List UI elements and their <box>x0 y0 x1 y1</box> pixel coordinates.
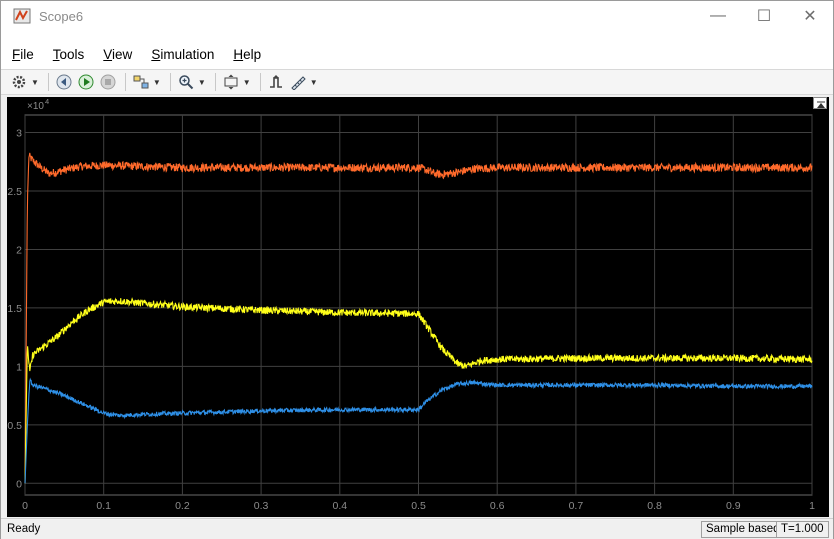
step-back-icon[interactable] <box>54 72 74 92</box>
settings-dropdown-icon[interactable]: ▼ <box>31 78 39 87</box>
scope-app-icon <box>13 7 31 25</box>
sample-mode-indicator: Sample based <box>701 521 785 538</box>
settings-icon[interactable] <box>9 72 29 92</box>
x-tick-label: 1 <box>809 500 815 512</box>
toolbar-separator <box>47 73 49 91</box>
menu-simulation[interactable]: Simulation <box>148 47 217 62</box>
x-tick-label: 0.6 <box>490 500 505 512</box>
toolbar-separator <box>214 73 216 91</box>
run-icon[interactable] <box>76 72 96 92</box>
title-bar[interactable]: Scope6 — ☐ ✕ <box>1 1 833 31</box>
measurements-dropdown-icon[interactable]: ▼ <box>310 78 318 87</box>
scope-display[interactable]: 0 0.1 0.2 0.3 0.4 0.5 0.6 0.7 0.8 0.9 1 0 0.5 1 1.5 2 2.… <box>7 97 829 517</box>
status-ready-text: Ready <box>7 523 41 535</box>
simulation-time-indicator: T=1.000 <box>776 521 829 538</box>
y-tick-label: 2 <box>16 244 22 256</box>
toolbar: ▼ ▼ ▼ ▼ ▼ <box>1 69 833 95</box>
x-tick-label: 0.4 <box>332 500 347 512</box>
undock-button[interactable] <box>813 97 827 109</box>
scope-window: Scope6 — ☐ ✕ File Tools View Simulation … <box>0 0 834 539</box>
x-tick-label: 0.9 <box>726 500 741 512</box>
window-controls: — ☐ ✕ <box>695 1 833 31</box>
x-tick-label: 0.8 <box>647 500 662 512</box>
zoom-icon[interactable] <box>176 72 196 92</box>
y-tick-label: 1.5 <box>7 303 22 315</box>
maximize-button[interactable]: ☐ <box>741 1 787 31</box>
highlight-dropdown-icon[interactable]: ▼ <box>153 78 161 87</box>
menu-help[interactable]: Help <box>230 47 264 62</box>
zoom-dropdown-icon[interactable]: ▼ <box>198 78 206 87</box>
status-bar: Ready Sample based T=1.000 <box>1 518 833 539</box>
triggers-icon[interactable] <box>266 72 286 92</box>
highlight-icon[interactable] <box>131 72 151 92</box>
x-tick-label: 0 <box>22 500 28 512</box>
y-exponent-label: ×10 <box>27 101 44 112</box>
toolbar-separator <box>124 73 126 91</box>
y-tick-label: 3 <box>16 128 22 140</box>
x-tick-label: 0.2 <box>175 500 190 512</box>
close-button[interactable]: ✕ <box>787 1 833 31</box>
measurements-icon[interactable] <box>288 72 308 92</box>
y-tick-label: 0.5 <box>7 420 22 432</box>
y-exponent-power: 4 <box>45 97 49 106</box>
toolbar-separator <box>169 73 171 91</box>
minimize-button[interactable]: — <box>695 1 741 31</box>
autoscale-icon[interactable] <box>221 72 241 92</box>
menu-tools[interactable]: Tools <box>50 47 88 62</box>
x-tick-label: 0.5 <box>411 500 426 512</box>
toolbar-separator <box>259 73 261 91</box>
menu-file[interactable]: File <box>9 47 37 62</box>
x-tick-label: 0.1 <box>96 500 111 512</box>
x-tick-label: 0.3 <box>254 500 269 512</box>
line-chart: 0 0.1 0.2 0.3 0.4 0.5 0.6 0.7 0.8 0.9 1 0 0.5 1 1.5 2 2.… <box>7 97 815 512</box>
menu-bar: File Tools View Simulation Help <box>1 43 833 65</box>
stop-icon[interactable] <box>98 72 118 92</box>
menu-view[interactable]: View <box>100 47 135 62</box>
window-title: Scope6 <box>39 8 84 24</box>
autoscale-dropdown-icon[interactable]: ▼ <box>243 78 251 87</box>
y-tick-label: 0 <box>16 478 22 490</box>
y-tick-label: 2.5 <box>7 186 22 198</box>
y-tick-label: 1 <box>16 361 22 373</box>
x-tick-label: 0.7 <box>569 500 584 512</box>
